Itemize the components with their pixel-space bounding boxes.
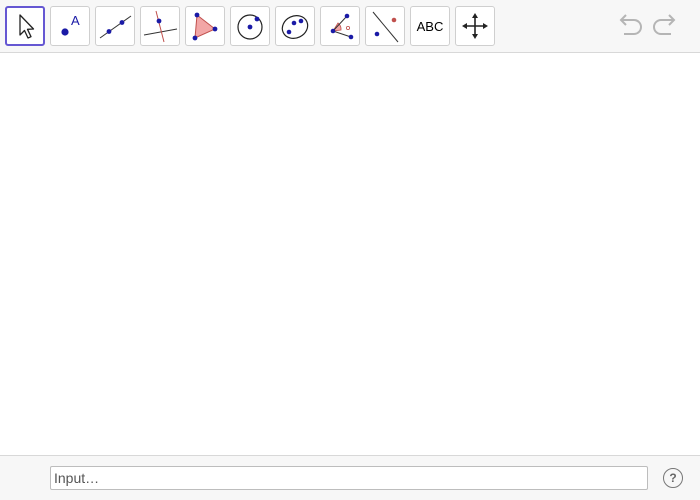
tool-point[interactable]: A [50, 6, 90, 46]
line-icon [97, 8, 133, 44]
redo-button[interactable] [650, 12, 682, 42]
polygon-icon [187, 8, 223, 44]
angle-icon [322, 8, 358, 44]
move-graphics-view-icon [457, 8, 493, 44]
input-bar: ? [0, 455, 700, 500]
geogebra-app: A ABC Input… ? [0, 0, 700, 500]
tool-circle-center-point[interactable] [230, 6, 270, 46]
tool-conic[interactable] [275, 6, 315, 46]
conic-ellipse-icon [277, 8, 313, 44]
help-icon: ? [669, 471, 677, 485]
perpendicular-line-icon [142, 8, 178, 44]
tool-text[interactable]: ABC [410, 6, 450, 46]
help-button[interactable]: ? [663, 468, 683, 488]
toolbar: A ABC [0, 0, 700, 53]
undo-button[interactable] [613, 12, 645, 42]
tool-perpendicular-line[interactable] [140, 6, 180, 46]
reflect-about-line-icon [367, 8, 403, 44]
circle-center-point-icon [232, 8, 268, 44]
move-pointer-icon [7, 8, 43, 44]
tool-move-graphics-view[interactable] [455, 6, 495, 46]
tool-reflect[interactable] [365, 6, 405, 46]
point-label-text: A [71, 13, 80, 28]
text-icon: ABC [416, 18, 444, 34]
undo-icon [614, 11, 644, 44]
tool-angle[interactable] [320, 6, 360, 46]
point-icon: A [52, 8, 88, 44]
algebra-input-field[interactable] [50, 466, 648, 490]
tool-polygon[interactable] [185, 6, 225, 46]
tool-move[interactable] [5, 6, 45, 46]
tool-line[interactable] [95, 6, 135, 46]
redo-icon [651, 11, 681, 44]
graphics-view[interactable] [0, 54, 700, 455]
